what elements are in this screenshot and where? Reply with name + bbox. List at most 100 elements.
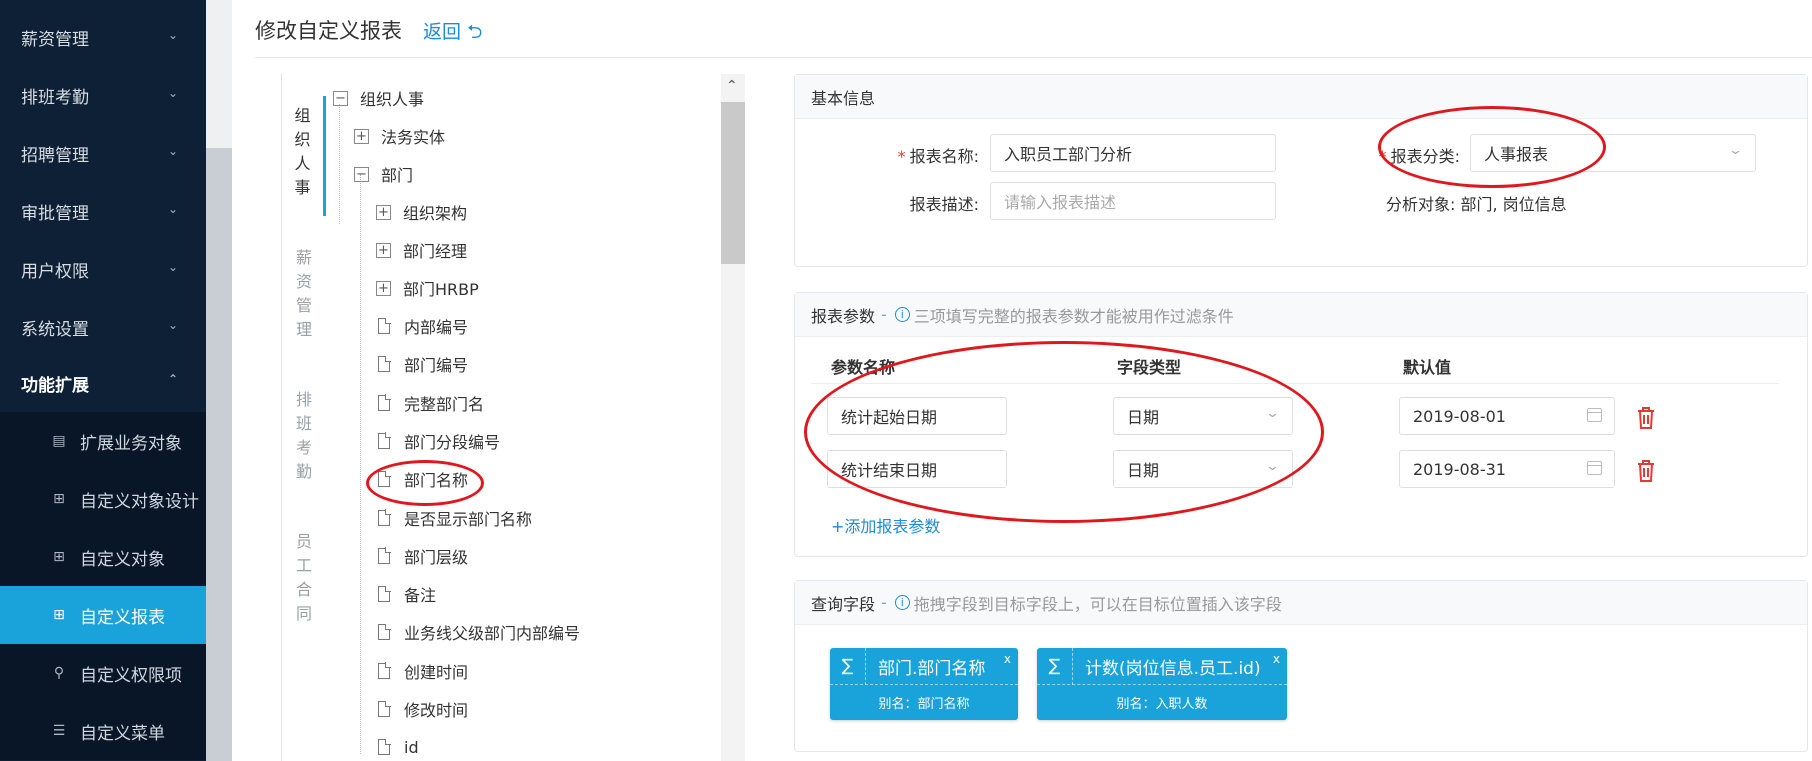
tree-node-dept[interactable]: − 部门 — [354, 158, 413, 190]
tree-node-dept-hrbp[interactable]: + 部门HRBP — [376, 272, 479, 304]
param-name-input[interactable]: 统计结束日期 — [827, 450, 1007, 488]
add-param-button[interactable]: +添加报表参数 — [831, 513, 940, 537]
tab-char: 管 — [295, 296, 312, 315]
close-icon[interactable]: x — [1273, 652, 1280, 666]
param-name-input[interactable]: 统计起始日期 — [827, 397, 1007, 435]
tab-char: 人 — [294, 154, 311, 173]
param-type-select[interactable]: 日期 ⌄ — [1113, 397, 1293, 435]
submenu-custom-report[interactable]: ⊞ 自定义报表 — [0, 586, 206, 644]
tree-scrollbar[interactable]: ⌃ — [721, 74, 745, 761]
field-alias: 别名：部门名称 — [878, 697, 970, 712]
tree-leaf-field[interactable]: 部门名称 — [376, 463, 468, 495]
tree-label: 内部编号 — [404, 318, 469, 337]
tab-org-personnel[interactable]: 组织人事 — [282, 96, 326, 216]
submenu-label: 自定义权限项 — [80, 665, 182, 686]
tree-node-entity[interactable]: + 法务实体 — [354, 120, 445, 152]
menu-system-settings[interactable]: 系统设置 ⌄ — [0, 298, 206, 356]
select-value: 日期 — [1127, 408, 1160, 427]
submenu-extend-business-object[interactable]: ▤ 扩展业务对象 — [0, 412, 206, 470]
expand-icon[interactable]: + — [376, 280, 391, 296]
menu-label: 用户权限 — [21, 261, 89, 282]
tree-leaf-field[interactable]: 备注 — [376, 578, 436, 610]
chevron-up-icon[interactable]: ⌃ — [726, 78, 738, 94]
tab-contract[interactable]: 员工合同 — [282, 522, 326, 642]
expand-icon[interactable]: + — [376, 242, 391, 258]
query-field-chip[interactable]: ∑ 部门.部门名称 x 别名：部门名称 — [830, 647, 1018, 720]
report-name-input[interactable]: 入职员工部门分析 — [990, 134, 1276, 172]
trash-icon[interactable] — [1637, 407, 1655, 429]
query-field-chip[interactable]: ∑ 计数(岗位信息.员工.id) x 别名：入职人数 — [1037, 647, 1287, 720]
tab-char: 勤 — [295, 462, 312, 481]
menu-extension[interactable]: 功能扩展 ⌃ — [0, 354, 206, 412]
tab-salary[interactable]: 薪资管理 — [282, 238, 326, 358]
input-value: 2019-08-01 — [1413, 406, 1506, 426]
required-mark: * — [897, 147, 906, 166]
menu-salary[interactable]: 薪资管理 ⌄ — [0, 8, 206, 66]
tree-leaf-field[interactable]: 修改时间 — [376, 693, 468, 725]
chevron-up-icon[interactable]: ⌃ — [210, 0, 222, 10]
tree-node-org-structure[interactable]: + 组织架构 — [376, 196, 467, 228]
tree-label: 完整部门名 — [404, 394, 485, 414]
col-param-name: 参数名称 — [831, 358, 896, 377]
sidebar-scrollbar[interactable] — [206, 0, 232, 761]
param-default-date[interactable]: 2019-08-01 — [1399, 397, 1615, 435]
submenu-custom-permission[interactable]: ⚲ 自定义权限项 — [0, 644, 206, 702]
menu-recruit[interactable]: 招聘管理 ⌄ — [0, 124, 206, 182]
close-icon[interactable]: x — [1004, 652, 1011, 666]
menu-user-permission[interactable]: 用户权限 ⌄ — [0, 240, 206, 298]
page-title: 修改自定义报表 — [255, 19, 402, 43]
tree-leaf-field[interactable]: 创建时间 — [376, 655, 468, 687]
menu-approval[interactable]: 审批管理 ⌄ — [0, 182, 206, 240]
document-icon — [378, 662, 391, 679]
menu-label: 排班考勤 — [21, 87, 89, 108]
param-type-select[interactable]: 日期 ⌄ — [1113, 450, 1293, 488]
back-link[interactable]: 返回 ⮌ — [423, 17, 482, 50]
field-name: 计数(岗位信息.员工.id) — [1085, 658, 1261, 679]
tree-label: 部门经理 — [403, 242, 468, 261]
report-category-label: * 报表分类: — [1370, 143, 1460, 167]
tree-leaf-field[interactable]: 部门编号 — [376, 348, 468, 380]
input-value: 统计起始日期 — [841, 408, 938, 427]
document-icon — [378, 623, 391, 641]
tree-leaf-field[interactable]: id — [376, 731, 419, 761]
tree-label: 部门分段编号 — [404, 432, 501, 452]
category-tabs: 组织人事 薪资管理 排班考勤 员工合同 — [281, 74, 326, 761]
tree-leaf-field[interactable]: 业务线父级部门内部编号 — [376, 616, 580, 648]
document-icon — [378, 470, 391, 488]
report-desc-input[interactable]: 请输入报表描述 — [990, 182, 1276, 220]
menu-schedule[interactable]: 排班考勤 ⌄ — [0, 66, 206, 124]
param-default-date[interactable]: 2019-08-31 — [1399, 450, 1615, 488]
tree-node-dept-manager[interactable]: + 部门经理 — [376, 234, 467, 266]
trash-icon[interactable] — [1637, 460, 1655, 482]
chevron-down-icon: ⌄ — [1727, 143, 1744, 158]
sidebar-scroll-thumb[interactable] — [206, 148, 232, 761]
tree-leaf-field[interactable]: 部门层级 — [376, 540, 468, 572]
submenu-custom-object[interactable]: ⊞ 自定义对象 — [0, 528, 206, 586]
tab-schedule[interactable]: 排班考勤 — [282, 380, 326, 500]
chevron-down-icon: ⌄ — [167, 260, 178, 274]
report-category-select[interactable]: 人事报表 ⌄ — [1470, 134, 1756, 172]
tree-label: id — [404, 737, 419, 757]
tree-leaf-field[interactable]: 内部编号 — [376, 310, 468, 342]
tree-label: 修改时间 — [404, 701, 469, 720]
grid-icon: ⊞ — [53, 549, 65, 565]
select-value: 人事报表 — [1484, 145, 1549, 164]
collapse-icon[interactable]: − — [333, 90, 348, 106]
tree-leaf-field[interactable]: 是否显示部门名称 — [376, 502, 532, 534]
collapse-icon[interactable]: − — [354, 166, 369, 182]
tree-leaf-field[interactable]: 部门分段编号 — [376, 425, 500, 457]
expand-icon[interactable]: + — [354, 128, 369, 144]
tree-leaf-field[interactable]: 完整部门名 — [376, 387, 484, 419]
sidebar: 薪资管理 ⌄ 排班考勤 ⌄ 招聘管理 ⌄ 审批管理 ⌄ 用户权限 ⌄ 系统设置 ⌄ 功能扩展… — [0, 0, 206, 761]
sigma-icon[interactable]: ∑ — [1037, 647, 1073, 685]
submenu-custom-object-design[interactable]: ⊞ 自定义对象设计 — [0, 470, 206, 528]
expand-icon[interactable]: + — [376, 204, 391, 220]
section-title: 报表参数 — [811, 306, 876, 326]
chevron-up-icon: ⌃ — [167, 372, 178, 386]
tree-node-root[interactable]: − 组织人事 — [333, 82, 424, 114]
tree-scroll-thumb[interactable] — [721, 102, 745, 264]
tree-label: 部门层级 — [404, 547, 469, 567]
submenu-custom-menu[interactable]: ☰ 自定义菜单 — [0, 702, 206, 760]
grid-icon: ⊞ — [53, 607, 65, 623]
sigma-icon[interactable]: ∑ — [830, 647, 866, 685]
